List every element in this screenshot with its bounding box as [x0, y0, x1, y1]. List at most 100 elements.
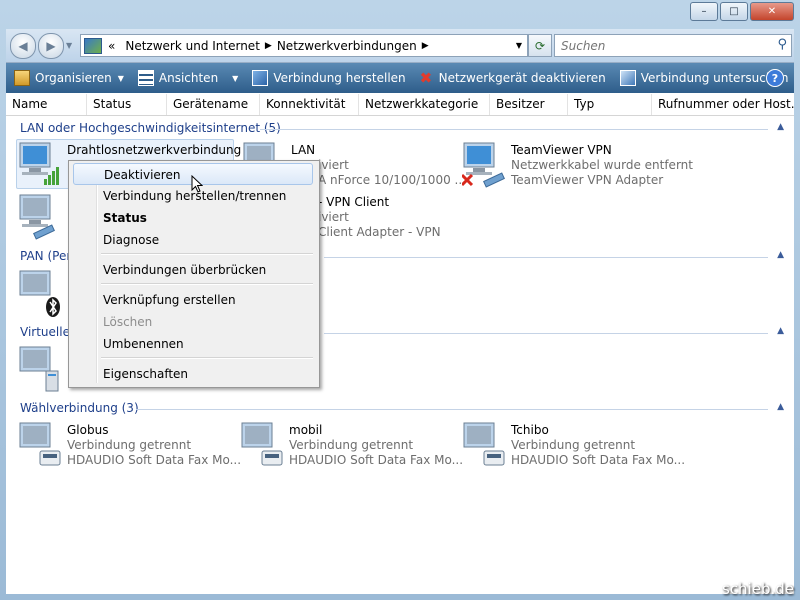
collapse-icon[interactable]: ▲	[777, 250, 784, 260]
address-dropdown-icon[interactable]: ▼	[516, 41, 522, 50]
collapse-icon[interactable]: ▲	[777, 326, 784, 336]
column-owner[interactable]: Besitzer	[490, 94, 568, 115]
connection-device: A nForce 10/100/1000 ...	[318, 173, 466, 187]
collapse-icon[interactable]: ▲	[777, 122, 784, 132]
diagnose-button[interactable]: Verbindung untersuchen	[619, 70, 788, 86]
column-type[interactable]: Typ	[568, 94, 652, 115]
window-content: ◀ ▶ ▼ « Netzwerk und Internet ▶ Netzwerk…	[6, 29, 794, 594]
connection-tchibo[interactable]: Tchibo Verbindung getrennt HDAUDIO Soft …	[462, 421, 685, 471]
menu-separator	[101, 357, 313, 359]
help-icon[interactable]: ?	[766, 69, 784, 87]
connection-status: Netzwerkkabel wurde entfernt	[511, 158, 693, 172]
group-header-pan[interactable]: PAN (Per	[20, 249, 71, 263]
connection-globus[interactable]: Globus Verbindung getrennt HDAUDIO Soft …	[18, 421, 241, 471]
connection-mobil[interactable]: mobil Verbindung getrennt HDAUDIO Soft D…	[240, 421, 463, 471]
chevron-down-icon: ▼	[232, 73, 239, 83]
mouse-cursor-icon	[191, 175, 203, 193]
disable-device-icon: ✖	[419, 69, 433, 87]
explorer-window: – □ ✕ ◀ ▶ ▼ « Netzwerk und Internet ▶ Ne…	[0, 0, 800, 600]
navigation-bar: ◀ ▶ ▼ « Netzwerk und Internet ▶ Netzwerk…	[6, 29, 794, 63]
menu-item-status[interactable]: Status	[73, 207, 313, 229]
group-header-dialup[interactable]: Wählverbindung (3)	[20, 401, 139, 415]
minimize-button[interactable]: –	[690, 2, 718, 21]
watermark: schieb.de	[721, 580, 794, 598]
vpn-client-device: Client Adapter - VPN	[318, 225, 441, 239]
group-divider	[260, 129, 768, 130]
menu-separator	[101, 283, 313, 285]
forward-button[interactable]: ▶	[38, 33, 64, 59]
connection-name: Tchibo	[511, 423, 549, 437]
column-connectivity[interactable]: Konnektivität	[260, 94, 359, 115]
search-input[interactable]	[559, 38, 763, 54]
menu-item-diagnose[interactable]: Diagnose	[73, 229, 313, 251]
group-divider	[324, 257, 768, 258]
connection-status: Verbindung getrennt	[511, 438, 636, 452]
menu-item-bridge[interactable]: Verbindungen überbrücken	[73, 259, 313, 281]
virtual-network-icon	[19, 346, 59, 392]
vpn-client-status: iviert	[318, 210, 349, 224]
views-icon	[137, 70, 154, 86]
vpn-client-name: - VPN Client	[318, 195, 390, 209]
back-arrow-icon: ◀	[18, 39, 28, 53]
address-bar[interactable]: « Netzwerk und Internet ▶ Netzwerkverbin…	[80, 34, 528, 57]
connection-status: iviert	[318, 158, 349, 172]
connect-label: Verbindung herstellen	[273, 71, 406, 85]
lan-network-icon	[462, 142, 505, 188]
connection-device: HDAUDIO Soft Data Fax Mo...	[289, 453, 464, 467]
connect-button[interactable]: Verbindung herstellen	[252, 70, 406, 86]
connection-device: HDAUDIO Soft Data Fax Mo...	[67, 453, 242, 467]
diagnose-icon	[619, 70, 636, 86]
connection-name: TeamViewer VPN	[511, 143, 612, 157]
back-button[interactable]: ◀	[10, 33, 36, 59]
connection-name: Drahtlosnetzwerkverbindung	[67, 143, 242, 157]
connection-name: Globus	[67, 423, 109, 437]
breadcrumb-netzwerk-und-internet[interactable]: Netzwerk und Internet	[125, 39, 260, 53]
maximize-button[interactable]: □	[720, 2, 748, 21]
menu-item-create-shortcut[interactable]: Verknüpfung erstellen	[73, 289, 313, 311]
recent-pages-chevron-icon[interactable]: ▼	[66, 41, 72, 50]
network-folder-icon	[84, 37, 102, 54]
views-button[interactable]: Ansichten ▼	[137, 70, 239, 86]
connection-name: mobil	[289, 423, 323, 437]
column-status[interactable]: Status	[87, 94, 167, 115]
column-device-name[interactable]: Gerätename	[167, 94, 260, 115]
column-network-category[interactable]: Netzwerkkategorie	[359, 94, 490, 115]
connection-name: LAN	[291, 143, 316, 157]
dialup-modem-icon	[241, 422, 283, 466]
address-chevrons[interactable]: «	[108, 39, 115, 53]
close-button[interactable]: ✕	[750, 2, 794, 21]
dialup-modem-icon	[19, 422, 61, 466]
connection-teamviewer-vpn[interactable]: TeamViewer VPN Netzwerkkabel wurde entfe…	[462, 141, 702, 191]
menu-item-properties[interactable]: Eigenschaften	[73, 363, 313, 385]
chevron-right-icon[interactable]: ▶	[422, 41, 429, 51]
organize-button[interactable]: Organisieren ▼	[14, 70, 124, 86]
wireless-network-icon	[19, 142, 59, 185]
group-divider	[136, 409, 768, 410]
column-headers: Name Status Gerätename Konnektivität Net…	[6, 94, 794, 116]
search-icon[interactable]: ⚲	[777, 37, 787, 52]
refresh-icon: ⟳	[534, 38, 546, 53]
connect-icon	[252, 70, 269, 86]
disable-device-button[interactable]: ✖ Netzwerkgerät deaktivieren	[419, 69, 606, 87]
refresh-button[interactable]: ⟳	[528, 34, 552, 57]
disable-device-label: Netzwerkgerät deaktivieren	[438, 71, 606, 85]
menu-item-rename[interactable]: Umbenennen	[73, 333, 313, 355]
group-header-lan[interactable]: LAN oder Hochgeschwindigkeitsinternet (5…	[20, 121, 281, 135]
breadcrumb-netzwerkverbindungen[interactable]: Netzwerkverbindungen	[277, 39, 417, 53]
dialup-modem-icon	[463, 422, 505, 466]
chevron-right-icon[interactable]: ▶	[265, 41, 272, 51]
context-menu: Deaktivieren Verbindung herstellen/trenn…	[68, 160, 320, 388]
chevron-down-icon: ▼	[117, 73, 124, 83]
organize-label: Organisieren	[35, 71, 112, 85]
column-name[interactable]: Name	[6, 94, 87, 115]
collapse-icon[interactable]: ▲	[777, 402, 784, 412]
menu-item-delete: Löschen	[103, 315, 153, 329]
bluetooth-network-icon	[19, 270, 60, 317]
search-box[interactable]: ⚲	[554, 34, 792, 57]
menu-separator	[101, 253, 313, 255]
column-phone-or-host[interactable]: Rufnummer oder Host...	[652, 94, 794, 115]
lan-network-icon	[19, 194, 55, 240]
window-controls: – □ ✕	[690, 2, 794, 21]
command-toolbar: Organisieren ▼ Ansichten ▼ Verbindung he…	[6, 63, 794, 93]
connection-status: Verbindung getrennt	[67, 438, 192, 452]
